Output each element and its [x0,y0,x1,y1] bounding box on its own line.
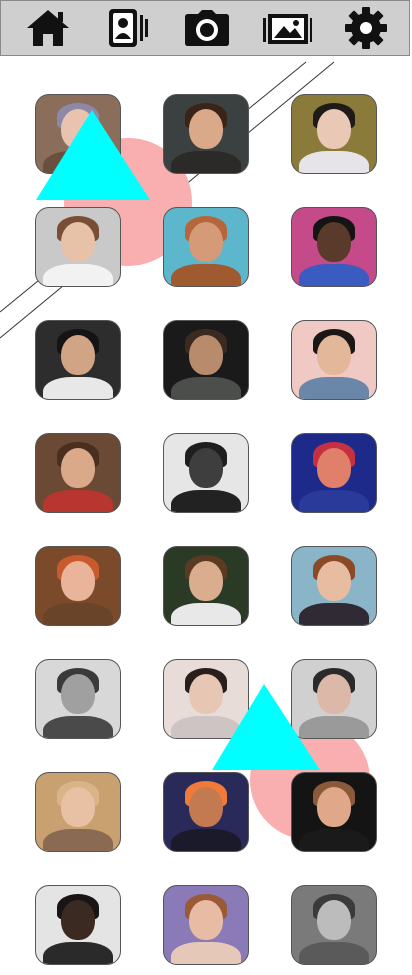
photo-18[interactable] [291,659,377,739]
photo-subject-body [299,829,369,851]
camera-icon [185,10,229,46]
gallery-icon [262,14,312,44]
photo-subject-body [171,151,241,173]
photo-6[interactable] [291,207,377,287]
photo-4[interactable] [35,207,121,287]
photo-19[interactable] [35,772,121,852]
photo-subject-body [171,377,241,399]
photo-14[interactable] [163,546,249,626]
photo-8[interactable] [163,320,249,400]
photo-16[interactable] [35,659,121,739]
photo-subject-body [171,490,241,512]
photo-subject-body [299,264,369,286]
photo-subject-body [171,829,241,851]
photo-15[interactable] [291,546,377,626]
photo-3[interactable] [291,94,377,174]
photo-subject-face [317,787,351,827]
photo-subject-face [317,109,351,149]
photo-subject-face [189,561,223,601]
photo-subject-face [61,787,95,827]
photo-subject-body [43,716,113,738]
photo-subject-face [61,109,95,149]
photo-subject-face [189,900,223,940]
contacts-icon [108,9,148,47]
photo-subject-face [317,674,351,714]
contacts-button[interactable] [103,5,153,51]
photo-12[interactable] [291,433,377,513]
photo-subject-face [189,674,223,714]
photo-subject-face [317,448,351,488]
photo-subject-body [43,490,113,512]
photo-24[interactable] [291,885,377,965]
home-icon [27,10,69,46]
photo-subject-face [317,900,351,940]
photo-2[interactable] [163,94,249,174]
photo-subject-face [189,222,223,262]
photo-20[interactable] [163,772,249,852]
photo-subject-body [299,151,369,173]
home-button[interactable] [23,5,73,51]
photo-subject-face [61,561,95,601]
photo-22[interactable] [35,885,121,965]
photo-subject-body [43,377,113,399]
photo-subject-face [61,900,95,940]
photo-1[interactable] [35,94,121,174]
photo-subject-body [43,829,113,851]
camera-button[interactable] [182,5,232,51]
settings-button[interactable] [341,5,391,51]
photo-subject-face [317,335,351,375]
photo-subject-face [317,222,351,262]
photo-23[interactable] [163,885,249,965]
photo-9[interactable] [291,320,377,400]
gallery-button[interactable] [262,5,312,51]
photo-subject-body [171,603,241,625]
photo-13[interactable] [35,546,121,626]
photo-subject-face [61,222,95,262]
photo-subject-body [43,942,113,964]
photo-subject-body [171,264,241,286]
photo-subject-body [43,151,113,173]
photo-21[interactable] [291,772,377,852]
gear-icon [345,7,387,49]
photo-subject-face [189,787,223,827]
photo-subject-face [317,561,351,601]
photo-5[interactable] [163,207,249,287]
photo-subject-face [61,674,95,714]
photo-subject-body [43,264,113,286]
photo-subject-body [299,942,369,964]
photo-subject-face [61,335,95,375]
photo-subject-face [61,448,95,488]
photo-subject-face [189,335,223,375]
photo-11[interactable] [163,433,249,513]
photo-subject-body [299,490,369,512]
photo-subject-body [43,603,113,625]
top-toolbar [0,0,410,56]
photo-17[interactable] [163,659,249,739]
photo-subject-body [171,716,241,738]
photo-10[interactable] [35,433,121,513]
photo-subject-face [189,448,223,488]
photo-subject-body [171,942,241,964]
photo-subject-face [189,109,223,149]
photo-subject-body [299,716,369,738]
photo-subject-body [299,377,369,399]
photo-7[interactable] [35,320,121,400]
photo-subject-body [299,603,369,625]
